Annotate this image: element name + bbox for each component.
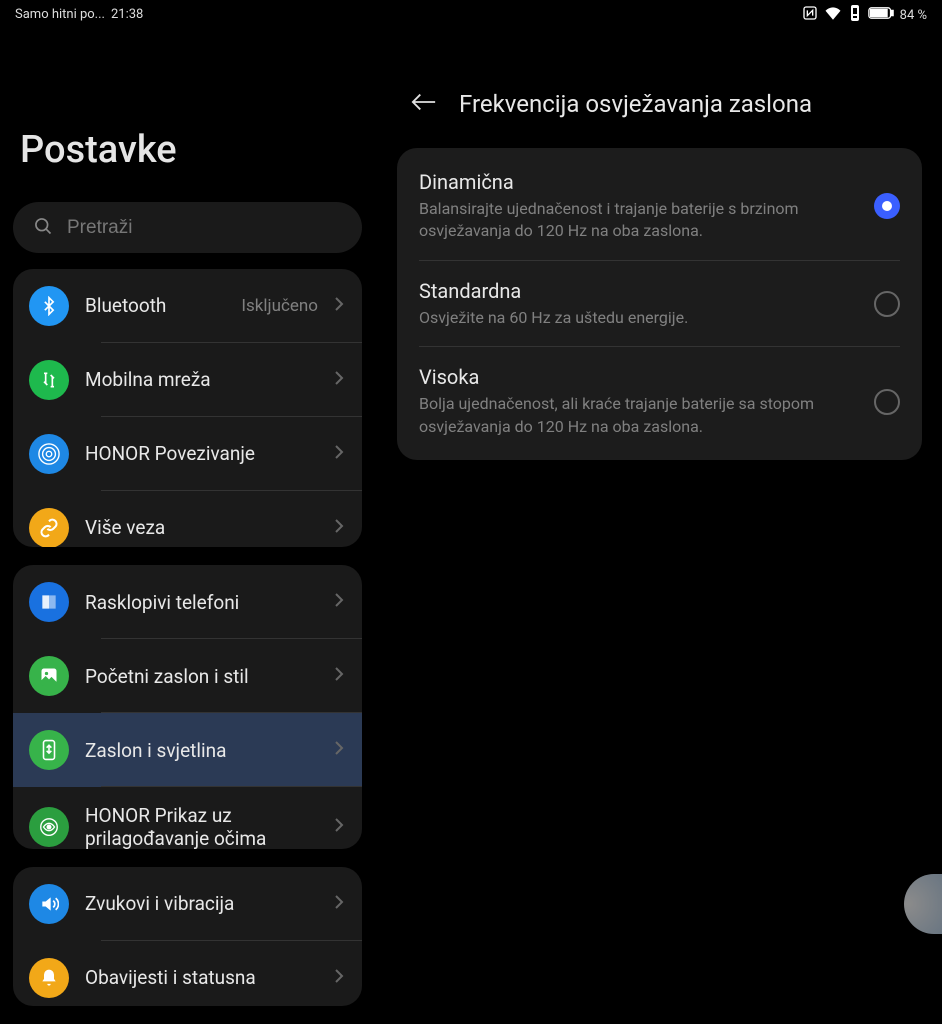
search-input[interactable] [67, 217, 342, 239]
settings-group-connectivity: Bluetooth Isključeno Mobilna mreža HONOR… [13, 269, 362, 547]
option-title: Visoka [419, 365, 858, 389]
settings-group-display: Rasklopivi telefoni Početni zaslon i sti… [13, 565, 362, 849]
option-dynamic[interactable]: Dinamična Balansirajte ujednačenost i tr… [397, 152, 922, 261]
settings-item-more-connections[interactable]: Više veza [13, 491, 362, 547]
chevron-right-icon [334, 817, 344, 837]
chevron-right-icon [334, 296, 344, 316]
network-label: Samo hitni po... [15, 7, 105, 22]
status-bar-right: 84 % [377, 0, 942, 30]
status-time: 21:38 [111, 7, 143, 22]
sound-icon [29, 884, 69, 924]
image-icon [29, 656, 69, 696]
battery-icon [868, 6, 894, 24]
settings-group-sound: Zvukovi i vibracija Obavijesti i statusn… [13, 867, 362, 1006]
settings-item-honor-connect[interactable]: HONOR Povezivanje [13, 417, 362, 491]
display-icon [29, 730, 69, 770]
option-desc: Osvježite na 60 Hz za uštedu energije. [419, 307, 858, 329]
chevron-right-icon [334, 666, 344, 686]
chevron-right-icon [334, 740, 344, 760]
option-desc: Bolja ujednačenost, ali kraće trajanje b… [419, 393, 858, 438]
chevron-right-icon [334, 592, 344, 612]
item-label: HONOR Prikaz uz prilagođavanje očima [85, 804, 318, 849]
settings-item-mobile[interactable]: Mobilna mreža [13, 343, 362, 417]
settings-item-foldable[interactable]: Rasklopivi telefoni [13, 565, 362, 639]
status-bar: Samo hitni po... 21:38 [0, 0, 375, 28]
item-label: Obavijesti i statusna [85, 966, 318, 989]
link-icon [29, 508, 69, 547]
radio-unselected[interactable] [874, 291, 900, 317]
alert-icon [848, 5, 862, 25]
chevron-right-icon [334, 370, 344, 390]
search-icon [33, 216, 53, 240]
bell-icon [29, 958, 69, 998]
settings-item-notifications[interactable]: Obavijesti i statusna [13, 941, 362, 1006]
option-standard[interactable]: Standardna Osvježite na 60 Hz za uštedu … [397, 261, 922, 347]
chevron-right-icon [334, 894, 344, 914]
nfc-icon [802, 5, 818, 25]
honor-connect-icon [29, 434, 69, 474]
detail-title: Frekvencija osvježavanja zaslona [459, 90, 812, 118]
item-label: Mobilna mreža [85, 368, 318, 391]
refresh-rate-options: Dinamična Balansirajte ujednačenost i tr… [397, 148, 922, 460]
item-label: Zvukovi i vibracija [85, 892, 318, 915]
radio-selected[interactable] [874, 193, 900, 219]
detail-header: Frekvencija osvježavanja zaslona [377, 30, 942, 148]
wifi-icon [824, 6, 842, 24]
item-label: HONOR Povezivanje [85, 442, 318, 465]
eye-comfort-icon [29, 807, 69, 847]
item-label: Bluetooth [85, 294, 225, 317]
item-label: Zaslon i svjetlina [85, 739, 318, 762]
battery-percent: 84 % [900, 8, 927, 23]
option-title: Dinamična [419, 170, 858, 194]
detail-panel: 84 % Frekvencija osvježavanja zaslona Di… [377, 0, 942, 1024]
option-desc: Balansirajte ujednačenost i trajanje bat… [419, 198, 858, 243]
item-status: Isključeno [241, 296, 318, 316]
bluetooth-icon [29, 286, 69, 326]
option-title: Standardna [419, 279, 858, 303]
settings-item-sound[interactable]: Zvukovi i vibracija [13, 867, 362, 941]
item-label: Više veza [85, 516, 318, 539]
foldable-icon [29, 582, 69, 622]
option-high[interactable]: Visoka Bolja ujednačenost, ali kraće tra… [397, 347, 922, 456]
settings-item-display-brightness[interactable]: Zaslon i svjetlina [13, 713, 362, 787]
radio-unselected[interactable] [874, 389, 900, 415]
page-title: Postavke [0, 28, 375, 202]
item-label: Rasklopivi telefoni [85, 591, 318, 614]
settings-item-eye-comfort[interactable]: HONOR Prikaz uz prilagođavanje očima [13, 787, 362, 849]
settings-panel: Samo hitni po... 21:38 Postavke Bluetoot… [0, 0, 377, 1024]
mobile-network-icon [29, 360, 69, 400]
settings-item-bluetooth[interactable]: Bluetooth Isključeno [13, 269, 362, 343]
chevron-right-icon [334, 444, 344, 464]
search-container[interactable] [13, 202, 362, 253]
settings-item-home[interactable]: Početni zaslon i stil [13, 639, 362, 713]
chevron-right-icon [334, 518, 344, 538]
chevron-right-icon [334, 968, 344, 988]
back-arrow-icon[interactable] [411, 92, 437, 116]
item-label: Početni zaslon i stil [85, 665, 318, 688]
